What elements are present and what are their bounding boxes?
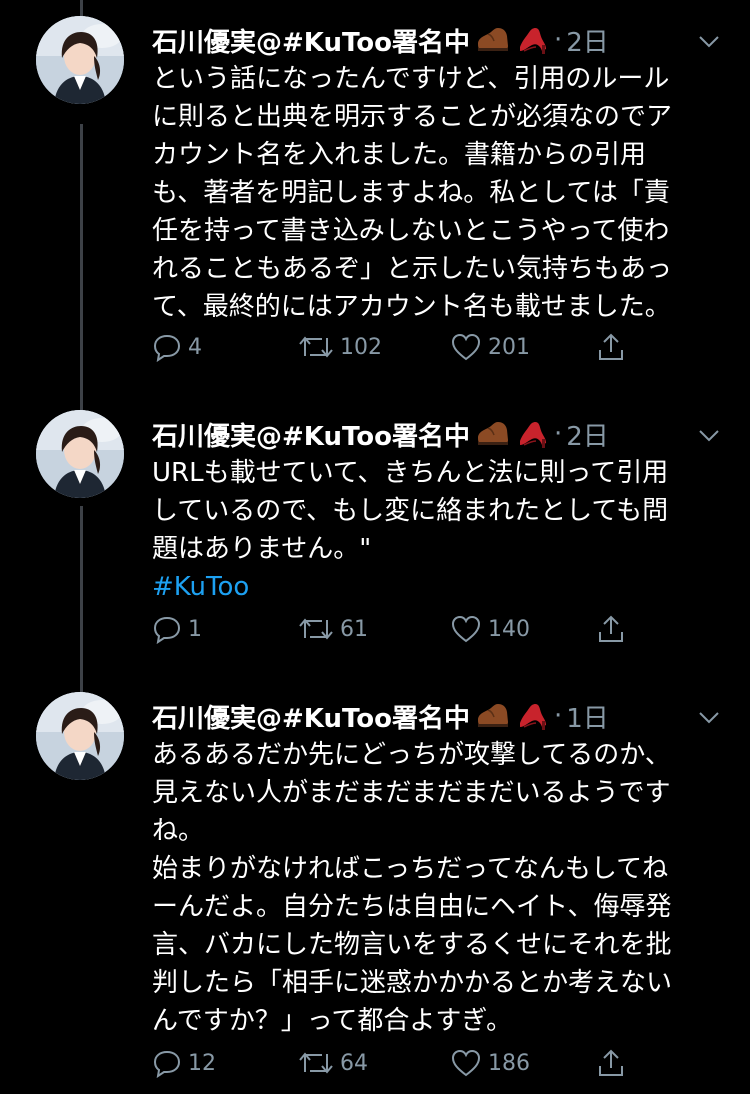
tweet-text-line: 判したら「相手に迷惑かかかるとか考えない — [152, 968, 673, 998]
tweet-text-line: という話になったんですけど、引用のルール — [152, 64, 670, 94]
tweet-text-line: ーんだよ。自分たちは自由にヘイト、侮辱発 — [152, 892, 672, 922]
reply-icon — [153, 334, 181, 362]
tweet-text: あるあるだか先にどっちが攻撃してるのか、 見えない人がまだまだまだまだいるようで… — [152, 736, 732, 1040]
chevron-down-icon[interactable] — [698, 710, 720, 729]
tweet[interactable]: 石川優実@#KuToo署名中 · 2日 URLも載せていて、きちんと法に則って引… — [0, 410, 750, 666]
tweet-header: 石川優実@#KuToo署名中 · 2日 — [152, 414, 609, 454]
share-button[interactable] — [596, 1048, 626, 1078]
reply-count: 1 — [188, 616, 202, 642]
mans-shoe-icon — [476, 420, 510, 448]
retweet-icon — [299, 618, 333, 640]
reply-icon — [153, 1050, 181, 1078]
dot-separator: · — [554, 701, 563, 731]
avatar[interactable] — [36, 692, 124, 780]
chevron-down-icon[interactable] — [698, 34, 720, 53]
retweet-icon — [299, 1052, 333, 1074]
hashtag-link[interactable]: #KuToo — [152, 568, 732, 606]
avatar[interactable] — [36, 16, 124, 104]
tweet-text-line: て、最終的にはアカウント名も載せました。 — [152, 292, 671, 322]
timestamp[interactable]: 2日 — [566, 416, 609, 453]
tweet-text-line: ね。 — [152, 816, 205, 846]
tweet-text-line: 始まりがなければこっちだってなんもしてね — [152, 854, 669, 884]
tweet-text-line: んですか？」って都合よすぎ。 — [152, 1006, 513, 1036]
tweet-actions: 4 102 201 — [152, 332, 642, 372]
retweet-button[interactable]: 102 — [298, 332, 382, 362]
retweet-count: 64 — [340, 1050, 368, 1076]
timestamp[interactable]: 1日 — [566, 698, 609, 735]
author-name[interactable]: 石川優実@#KuToo署名中 — [152, 698, 470, 735]
tweet-text: という話になったんですけど、引用のルール に則ると出典を明示することが必須なので… — [152, 60, 732, 326]
author-name[interactable]: 石川優実@#KuToo署名中 — [152, 416, 470, 453]
tweet-text-line: れることもあるぞ」と示したい気持ちもあっ — [152, 254, 673, 284]
tweet-actions: 12 64 186 — [152, 1048, 642, 1088]
like-button[interactable]: 140 — [450, 614, 530, 644]
heart-icon — [451, 1049, 481, 1077]
avatar[interactable] — [36, 410, 124, 498]
tweet[interactable]: 石川優実@#KuToo署名中 · 2日 という話になったんですけど、引用のルール… — [0, 16, 750, 376]
like-count: 140 — [488, 616, 530, 642]
tweet-header: 石川優実@#KuToo署名中 · 2日 — [152, 20, 609, 60]
tweet-text-line: 任を持って書き込みしないとこうやって使わ — [152, 216, 670, 246]
like-count: 201 — [488, 334, 530, 360]
tweet-text-line: も、著者を明記しますよね。私としては「責 — [152, 178, 670, 208]
dot-separator: · — [554, 25, 563, 55]
reply-count: 12 — [188, 1050, 216, 1076]
share-button[interactable] — [596, 614, 626, 644]
tweet-actions: 1 61 140 — [152, 614, 642, 654]
tweet-text-line: 見えない人がまだまだまだまだいるようです — [152, 778, 671, 808]
high-heel-icon — [516, 701, 548, 731]
chevron-down-icon[interactable] — [698, 428, 720, 447]
retweet-button[interactable]: 64 — [298, 1048, 368, 1078]
like-button[interactable]: 186 — [450, 1048, 530, 1078]
share-icon — [599, 1049, 623, 1076]
timestamp[interactable]: 2日 — [566, 22, 609, 59]
tweet-header: 石川優実@#KuToo署名中 · 1日 — [152, 696, 609, 736]
mans-shoe-icon — [476, 702, 510, 730]
retweet-button[interactable]: 61 — [298, 614, 368, 644]
retweet-count: 61 — [340, 616, 368, 642]
high-heel-icon — [516, 419, 548, 449]
share-icon — [599, 615, 623, 642]
tweet-text-line: URLも載せていて、きちんと法に則って引用 — [152, 458, 669, 488]
like-count: 186 — [488, 1050, 530, 1076]
author-name[interactable]: 石川優実@#KuToo署名中 — [152, 22, 470, 59]
tweet[interactable]: 石川優実@#KuToo署名中 · 1日 あるあるだか先にどっちが攻撃してるのか、… — [0, 692, 750, 1094]
thread-line — [80, 0, 83, 16]
reply-button[interactable]: 4 — [152, 332, 202, 362]
heart-icon — [451, 615, 481, 643]
tweet-text-line: あるあるだか先にどっちが攻撃してるのか、 — [152, 740, 671, 770]
reply-icon — [153, 616, 181, 644]
retweet-icon — [299, 336, 333, 358]
tweet-text: URLも載せていて、きちんと法に則って引用 しているので、もし変に絡まれたとして… — [152, 454, 732, 606]
share-icon — [599, 333, 623, 360]
tweet-text-line: しているので、もし変に絡まれたとしても問 — [152, 496, 669, 526]
tweet-text-line: カウント名を入れました。書籍からの引用 — [152, 140, 647, 170]
like-button[interactable]: 201 — [450, 332, 530, 362]
heart-icon — [451, 333, 481, 361]
tweet-text-line: 言、バカにした物言いをするくせにそれを批 — [152, 930, 672, 960]
high-heel-icon — [516, 25, 548, 55]
reply-button[interactable]: 1 — [152, 614, 202, 644]
tweet-text-line: に則ると出典を明示することが必須なのでア — [152, 102, 673, 132]
reply-button[interactable]: 12 — [152, 1048, 216, 1078]
tweet-text-line: 題はありません。" — [152, 534, 372, 564]
mans-shoe-icon — [476, 26, 510, 54]
dot-separator: · — [554, 419, 563, 449]
share-button[interactable] — [596, 332, 626, 362]
reply-count: 4 — [188, 334, 202, 360]
retweet-count: 102 — [340, 334, 382, 360]
